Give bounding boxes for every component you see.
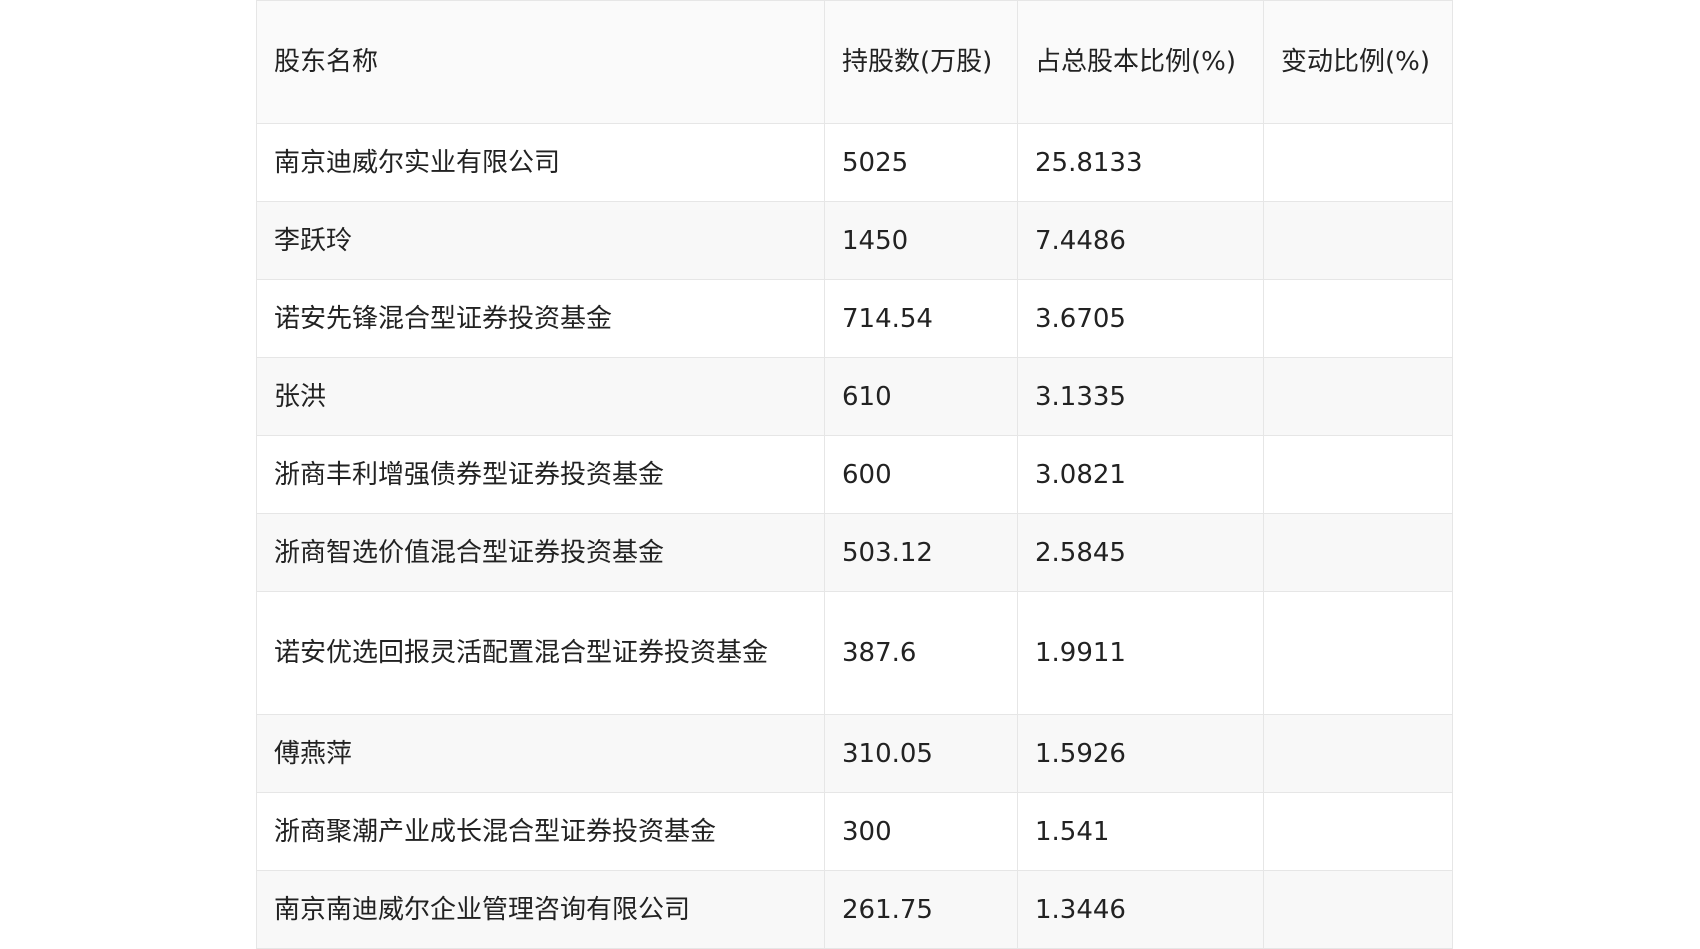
table-row: 傅燕萍 310.05 1.5926 bbox=[256, 714, 1453, 793]
table-row: 诺安先锋混合型证券投资基金 714.54 3.6705 bbox=[256, 279, 1453, 358]
cell-ratio: 3.0821 bbox=[1017, 435, 1264, 514]
cell-ratio: 25.8133 bbox=[1017, 123, 1264, 202]
cell-shareholder-name: 南京迪威尔实业有限公司 bbox=[256, 123, 825, 202]
cell-ratio: 1.9911 bbox=[1017, 591, 1264, 715]
table-header-row: 股东名称 持股数(万股) 占总股本比例(%) 变动比例(%) bbox=[256, 0, 1453, 124]
cell-shares: 387.6 bbox=[824, 591, 1018, 715]
table-row: 诺安优选回报灵活配置混合型证券投资基金 387.6 1.9911 bbox=[256, 591, 1453, 715]
cell-change bbox=[1263, 279, 1453, 358]
table-row: 李跃玲 1450 7.4486 bbox=[256, 201, 1453, 280]
cell-change bbox=[1263, 513, 1453, 592]
table-row: 南京南迪威尔企业管理咨询有限公司 261.75 1.3446 bbox=[256, 870, 1453, 949]
cell-shares: 610 bbox=[824, 357, 1018, 436]
cell-shareholder-name: 诺安优选回报灵活配置混合型证券投资基金 bbox=[256, 591, 825, 715]
cell-change bbox=[1263, 870, 1453, 949]
cell-ratio: 1.3446 bbox=[1017, 870, 1264, 949]
cell-shareholder-name: 张洪 bbox=[256, 357, 825, 436]
cell-shares: 1450 bbox=[824, 201, 1018, 280]
cell-shares: 714.54 bbox=[824, 279, 1018, 358]
cell-change bbox=[1263, 123, 1453, 202]
cell-shareholder-name: 李跃玲 bbox=[256, 201, 825, 280]
cell-shareholder-name: 浙商聚潮产业成长混合型证券投资基金 bbox=[256, 792, 825, 871]
table-row: 南京迪威尔实业有限公司 5025 25.8133 bbox=[256, 123, 1453, 202]
cell-shares: 503.12 bbox=[824, 513, 1018, 592]
cell-shareholder-name: 浙商智选价值混合型证券投资基金 bbox=[256, 513, 825, 592]
cell-shares: 5025 bbox=[824, 123, 1018, 202]
table-row: 浙商丰利增强债券型证券投资基金 600 3.0821 bbox=[256, 435, 1453, 514]
cell-ratio: 1.541 bbox=[1017, 792, 1264, 871]
table-row: 张洪 610 3.1335 bbox=[256, 357, 1453, 436]
header-shares: 持股数(万股) bbox=[824, 0, 1018, 124]
cell-shareholder-name: 南京南迪威尔企业管理咨询有限公司 bbox=[256, 870, 825, 949]
cell-change bbox=[1263, 357, 1453, 436]
cell-shareholder-name: 浙商丰利增强债券型证券投资基金 bbox=[256, 435, 825, 514]
cell-ratio: 3.6705 bbox=[1017, 279, 1264, 358]
cell-shares: 600 bbox=[824, 435, 1018, 514]
header-shareholder-name: 股东名称 bbox=[256, 0, 825, 124]
cell-change bbox=[1263, 435, 1453, 514]
cell-ratio: 1.5926 bbox=[1017, 714, 1264, 793]
shareholder-table-container: 股东名称 持股数(万股) 占总股本比例(%) 变动比例(%) 南京迪威尔实业有限… bbox=[256, 0, 1453, 949]
cell-change bbox=[1263, 792, 1453, 871]
cell-ratio: 7.4486 bbox=[1017, 201, 1264, 280]
cell-ratio: 2.5845 bbox=[1017, 513, 1264, 592]
cell-change bbox=[1263, 201, 1453, 280]
header-ratio: 占总股本比例(%) bbox=[1017, 0, 1264, 124]
table-row: 浙商聚潮产业成长混合型证券投资基金 300 1.541 bbox=[256, 792, 1453, 871]
cell-shares: 310.05 bbox=[824, 714, 1018, 793]
header-change: 变动比例(%) bbox=[1263, 0, 1453, 124]
cell-shareholder-name: 诺安先锋混合型证券投资基金 bbox=[256, 279, 825, 358]
cell-shareholder-name: 傅燕萍 bbox=[256, 714, 825, 793]
table-row: 浙商智选价值混合型证券投资基金 503.12 2.5845 bbox=[256, 513, 1453, 592]
cell-shares: 300 bbox=[824, 792, 1018, 871]
cell-ratio: 3.1335 bbox=[1017, 357, 1264, 436]
shareholder-table: 股东名称 持股数(万股) 占总股本比例(%) 变动比例(%) 南京迪威尔实业有限… bbox=[256, 0, 1453, 949]
cell-change bbox=[1263, 591, 1453, 715]
cell-shares: 261.75 bbox=[824, 870, 1018, 949]
cell-change bbox=[1263, 714, 1453, 793]
